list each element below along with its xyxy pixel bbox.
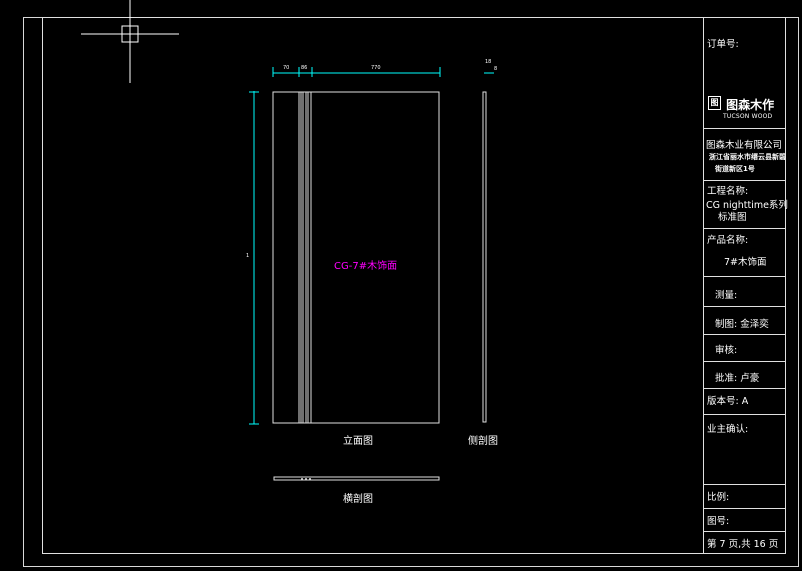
dim-side-18: 18 [485, 59, 492, 65]
product-value: 7#木饰面 [724, 257, 767, 268]
project-label: 工程名称: [707, 186, 749, 197]
cross-section-label: 横剖图 [343, 494, 373, 505]
tb-divider [703, 531, 786, 532]
tb-divider [703, 128, 786, 129]
dim-side-8: 8 [494, 66, 498, 72]
logo-en: TUCSON WOOD [723, 113, 773, 120]
logo-cn: 图森木作 [726, 98, 775, 112]
drawn-by: 制图: 金泽奕 [715, 319, 769, 330]
side-section-label: 侧剖图 [468, 436, 498, 447]
dim-height: 1 [246, 253, 250, 259]
tb-divider [703, 334, 786, 335]
page-number: 第 7 页,共 16 页 [707, 539, 779, 550]
drawing-no-label: 图号: [707, 516, 730, 527]
owner-confirm-label: 业主确认: [707, 424, 749, 435]
tb-divider [703, 414, 786, 415]
tb-divider [703, 228, 786, 229]
logo-mark-icon: 图 [708, 96, 721, 110]
tb-divider [703, 306, 786, 307]
review-label: 审核: [715, 345, 738, 356]
company-address-1: 浙江省丽水市缙云县新碧 [709, 153, 786, 161]
tb-divider [703, 276, 786, 277]
crosshair-cursor-icon [81, 0, 179, 83]
company-address-2: 街道新区1号 [715, 165, 755, 173]
company-name: 图森木业有限公司 [706, 140, 783, 151]
product-label: 产品名称: [707, 235, 749, 246]
tb-divider [703, 388, 786, 389]
tb-divider [703, 180, 786, 181]
elevation-label: 立面图 [343, 436, 373, 447]
tb-divider [703, 508, 786, 509]
approve-label: 批准: 卢豪 [715, 373, 760, 384]
tb-divider [703, 484, 786, 485]
version-label: 版本号: A [707, 396, 749, 407]
measure-label: 测量: [715, 290, 738, 301]
dim-70: 70 [283, 65, 290, 71]
part-label: CG-7#木饰面 [334, 261, 398, 272]
scale-label: 比例: [707, 492, 730, 503]
project-line2: 标准图 [718, 212, 747, 223]
dim-86: 86 [301, 65, 308, 71]
tb-divider [703, 361, 786, 362]
order-no-label: 订单号: [707, 39, 739, 50]
company-logo: 图 图森木作 TUCSON WOOD [708, 96, 774, 120]
dim-770: 770 [371, 65, 381, 71]
